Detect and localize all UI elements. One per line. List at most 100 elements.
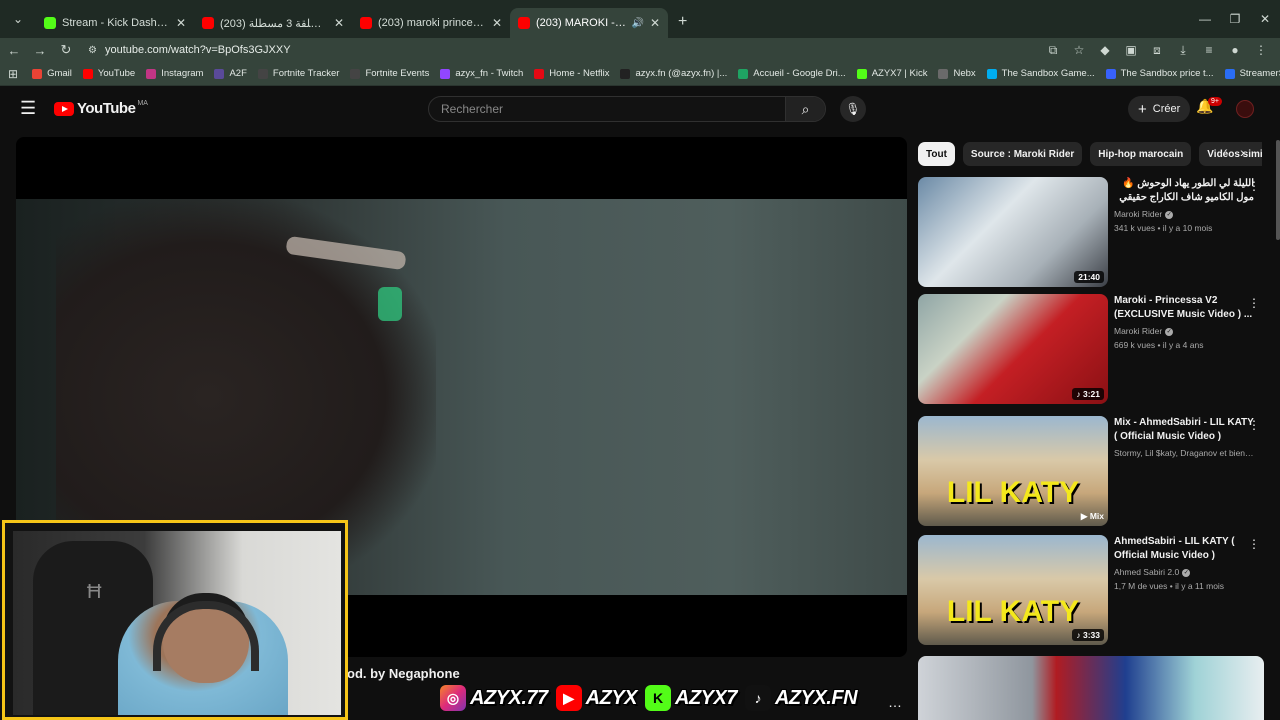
twitch-icon bbox=[440, 68, 451, 79]
browser-menu-icon[interactable]: ⋮ bbox=[1248, 43, 1274, 57]
recommended-mix[interactable]: LIL KATY ▶ Mix Mix - AhmedSabiri - LIL K… bbox=[918, 416, 1268, 528]
extension-fox-icon[interactable]: ◆ bbox=[1092, 43, 1118, 57]
bookmark-item[interactable]: The Sandbox price t... bbox=[1105, 68, 1214, 79]
streamerstats-icon bbox=[1224, 68, 1235, 79]
browser-tab-3[interactable]: (203) maroki princesa - YouTube ✕ bbox=[352, 8, 510, 38]
bookmark-item[interactable]: StreamerStats bbox=[1224, 68, 1280, 79]
bookmark-label: azyx.fn (@azyx.fn) |... bbox=[635, 68, 728, 79]
search-input[interactable]: Rechercher bbox=[429, 97, 785, 121]
apps-grid-icon[interactable]: ⊞ bbox=[8, 67, 18, 81]
search-button[interactable]: ⌕ bbox=[785, 97, 825, 121]
recommended-video[interactable]: ♪ 3:21 Maroki - Princessa V2 (EXCLUSIVE … bbox=[918, 294, 1268, 406]
chip-all[interactable]: Tout bbox=[918, 142, 955, 166]
download-icon[interactable]: ⤓ bbox=[1170, 43, 1196, 58]
bookmark-label: Accueil - Google Dri... bbox=[753, 68, 846, 79]
bookmark-item[interactable]: The Sandbox Game... bbox=[986, 68, 1095, 79]
bookmark-item[interactable]: Accueil - Google Dri... bbox=[738, 68, 846, 79]
toolbar-actions: ⧉ ☆ ◆ ▣ ⧈ ⤓ ≡ ● ⋮ bbox=[1040, 38, 1274, 62]
youtube-favicon-icon bbox=[202, 17, 214, 29]
verified-check-icon: ✓ bbox=[1165, 327, 1174, 336]
kick-icon: K bbox=[645, 685, 671, 711]
tab-search-icon[interactable]: ⌄ bbox=[0, 0, 36, 38]
minimize-icon[interactable]: — bbox=[1190, 12, 1220, 26]
menu-hamburger-icon[interactable]: ☰ bbox=[20, 98, 36, 119]
close-tab-icon[interactable]: ✕ bbox=[650, 16, 660, 30]
speaker-icon[interactable]: 🔊 bbox=[631, 18, 643, 29]
video-stats: 341 k vues • il y a 10 mois bbox=[1114, 223, 1213, 233]
chip-hiphop[interactable]: Hip-hop marocain bbox=[1090, 142, 1192, 166]
tiktok-icon: ♪ bbox=[744, 685, 771, 711]
chevron-right-icon[interactable]: › bbox=[1240, 144, 1245, 160]
video-title[interactable]: Maroki - Princessa V2 (EXCLUSIVE Music V… bbox=[1114, 294, 1254, 322]
profile-icon[interactable]: ● bbox=[1222, 43, 1248, 57]
video-title[interactable]: الليلة لي الطور يهاد الوحوش 🔥 مول الكامي… bbox=[1114, 177, 1254, 205]
more-options-icon[interactable]: ⋮ bbox=[1248, 418, 1260, 432]
channel-name[interactable]: Ahmed Sabiri 2.0 bbox=[1114, 567, 1179, 577]
bookmark-item[interactable]: AZYX7 | Kick bbox=[856, 68, 927, 79]
video-thumbnail[interactable]: LIL KATY ♪ 3:33 bbox=[918, 535, 1108, 645]
site-info-icon[interactable]: ⚙ bbox=[88, 45, 97, 56]
bookmark-item[interactable]: Instagram bbox=[146, 68, 203, 79]
media-control-icon[interactable]: ≡ bbox=[1196, 43, 1222, 57]
browser-tab-1[interactable]: Stream - Kick Dashboard ✕ bbox=[36, 8, 194, 38]
new-tab-icon[interactable]: + bbox=[678, 13, 687, 31]
browser-tab-2[interactable]: (203) عالم بليد : الحلقة 3 مسطلة ✕ bbox=[194, 8, 352, 38]
recommended-video[interactable]: 21:40 الليلة لي الطور يهاد الوحوش 🔥 مول … bbox=[918, 177, 1268, 289]
install-icon[interactable]: ⧉ bbox=[1040, 43, 1066, 58]
bookmark-label: Fortnite Events bbox=[365, 68, 430, 79]
chip-similar[interactable]: Vidéos simila bbox=[1199, 142, 1262, 166]
more-options-icon[interactable]: ⋮ bbox=[1248, 296, 1260, 310]
bookmark-item[interactable]: YouTube bbox=[82, 68, 135, 79]
bookmark-star-icon[interactable]: ☆ bbox=[1066, 43, 1092, 57]
more-actions-icon[interactable]: … bbox=[888, 694, 902, 710]
social-handle-text: AZYX.77 bbox=[470, 686, 548, 709]
bookmark-item[interactable]: azyx.fn (@azyx.fn) |... bbox=[620, 68, 727, 79]
channel-line[interactable]: Ahmed Sabiri 2.0 ✓ bbox=[1114, 567, 1254, 577]
close-tab-icon[interactable]: ✕ bbox=[334, 16, 344, 30]
youtube-logo[interactable]: YouTube MA bbox=[54, 100, 148, 117]
close-tab-icon[interactable]: ✕ bbox=[492, 16, 502, 30]
video-credit-text: od. by Negaphone bbox=[347, 666, 460, 681]
chair-logo-icon: Ħ bbox=[87, 581, 102, 603]
video-thumbnail[interactable]: ♪ 3:21 bbox=[918, 294, 1108, 404]
kick-favicon-icon bbox=[44, 17, 56, 29]
bookmark-item[interactable]: Fortnite Events bbox=[350, 68, 429, 79]
extensions-puzzle-icon[interactable]: ⧈ bbox=[1144, 43, 1170, 58]
account-avatar[interactable] bbox=[1236, 100, 1254, 118]
extension-badge-icon[interactable]: ▣ bbox=[1118, 43, 1144, 57]
restore-icon[interactable]: ❐ bbox=[1220, 12, 1250, 26]
bookmark-item[interactable]: Home - Netflix bbox=[534, 68, 609, 79]
create-button[interactable]: + Créer bbox=[1128, 96, 1191, 122]
chip-source[interactable]: Source : Maroki Rider bbox=[962, 142, 1083, 166]
video-title[interactable]: Mix - AhmedSabiri - LIL KATY ( Official … bbox=[1114, 416, 1254, 444]
recommended-video[interactable]: LIL KATY ♪ 3:33 AhmedSabiri - LIL KATY (… bbox=[918, 535, 1268, 647]
channel-name[interactable]: Maroki Rider bbox=[1114, 326, 1162, 336]
video-meta: الليلة لي الطور يهاد الوحوش 🔥 مول الكامي… bbox=[1114, 177, 1254, 233]
close-window-icon[interactable]: ✕ bbox=[1250, 12, 1280, 26]
video-thumbnail[interactable]: 21:40 bbox=[918, 177, 1108, 287]
more-options-icon[interactable]: ⋮ bbox=[1248, 537, 1260, 551]
close-tab-icon[interactable]: ✕ bbox=[176, 16, 186, 30]
video-thumbnail[interactable]: LIL KATY ▶ Mix bbox=[918, 416, 1108, 526]
more-options-icon[interactable]: ⋮ bbox=[1248, 179, 1260, 193]
bookmark-item[interactable]: Nebx bbox=[938, 68, 976, 79]
bookmark-item[interactable]: A2F bbox=[214, 68, 247, 79]
channel-name[interactable]: Maroki Rider bbox=[1114, 209, 1162, 219]
back-icon[interactable]: ← bbox=[2, 43, 26, 58]
reload-icon[interactable]: ↻ bbox=[54, 42, 78, 58]
shorts-thumbnails[interactable] bbox=[918, 656, 1264, 720]
video-meta: AhmedSabiri - LIL KATY ( Official Music … bbox=[1114, 535, 1254, 591]
browser-tab-4[interactable]: (203) MAROKI - Valentino R 🔊 ✕ bbox=[510, 8, 668, 38]
duration-text: 3:33 bbox=[1082, 630, 1100, 640]
bookmark-item[interactable]: Fortnite Tracker bbox=[257, 68, 339, 79]
video-title[interactable]: AhmedSabiri - LIL KATY ( Official Music … bbox=[1114, 535, 1254, 563]
forward-icon[interactable]: → bbox=[28, 43, 52, 58]
bookmark-item[interactable]: azyx_fn - Twitch bbox=[440, 68, 523, 79]
channel-line[interactable]: Maroki Rider ✓ bbox=[1114, 209, 1254, 219]
address-bar[interactable]: ⚙ youtube.com/watch?v=BpOfs3GJXXY bbox=[88, 40, 1088, 60]
voice-search-button[interactable]: 🎙 bbox=[840, 96, 866, 122]
channel-line[interactable]: Maroki Rider ✓ bbox=[1114, 326, 1254, 336]
page-scrollbar[interactable] bbox=[1276, 140, 1280, 240]
bookmark-item[interactable]: Gmail bbox=[32, 68, 72, 79]
recommended-shorts-row[interactable] bbox=[918, 656, 1268, 720]
